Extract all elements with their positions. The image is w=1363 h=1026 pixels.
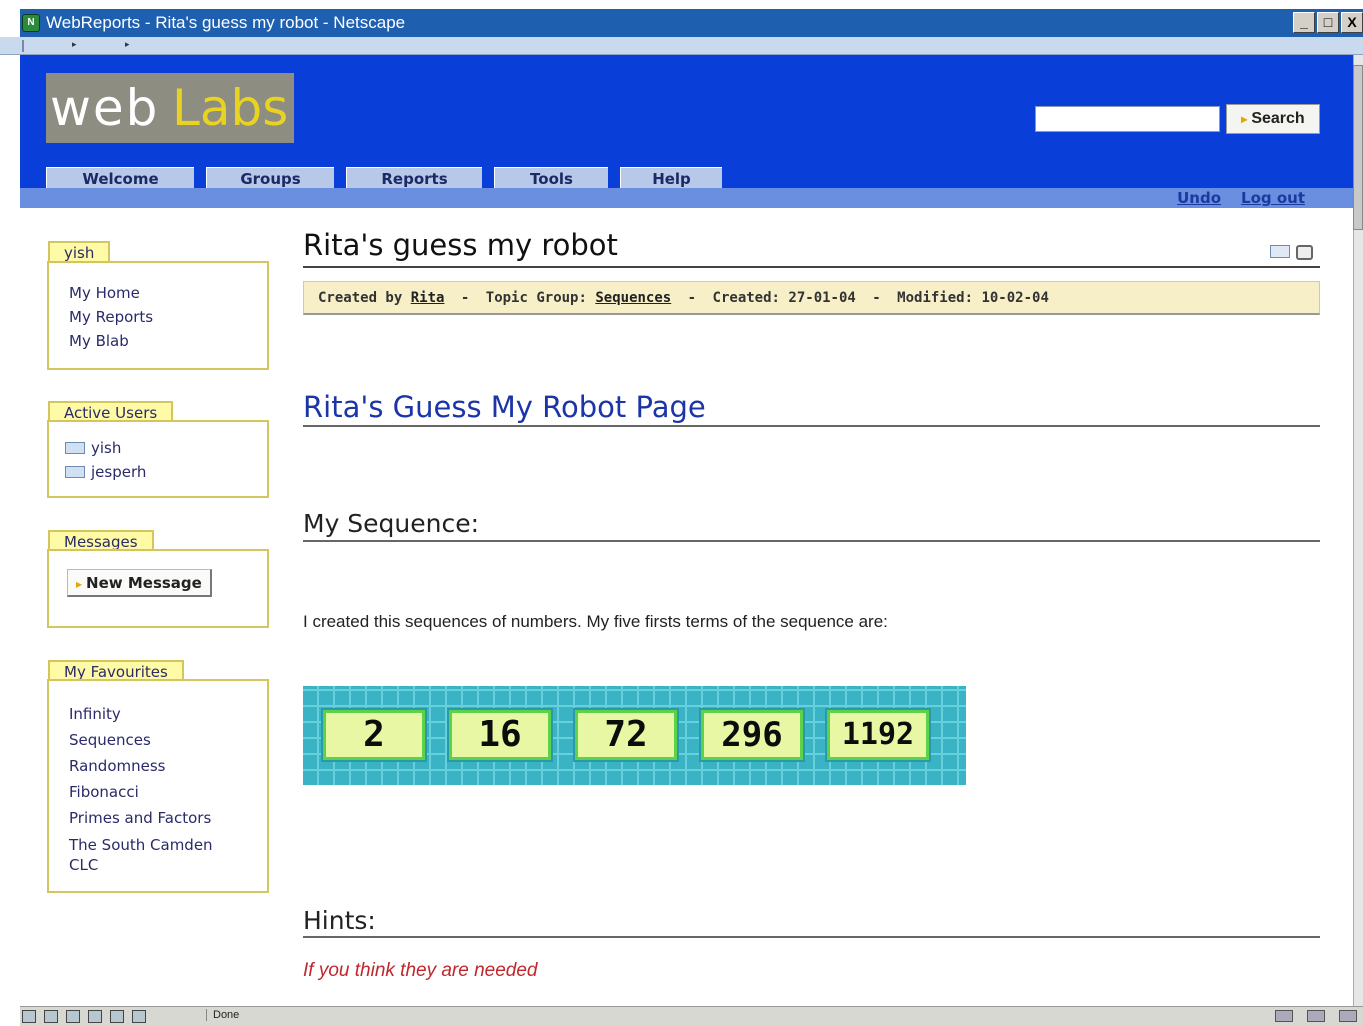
sequence-term: 72 [575,710,677,760]
section-divider [303,540,1320,542]
sequence-heading: My Sequence: [303,509,480,538]
sidebar-item-my-reports[interactable]: My Reports [69,305,267,329]
favourite-item[interactable]: The South Camden CLC [69,831,239,875]
undo-link[interactable]: Undo [1177,189,1221,207]
search-button-label: Search [1251,110,1305,127]
favourites-box: Infinity Sequences Randomness Fibonacci … [47,679,269,893]
hints-heading: Hints: [303,906,376,935]
toolbar-grip-icon[interactable] [22,40,24,52]
user-box-tab: yish [48,241,111,263]
minimize-button[interactable]: _ [1293,12,1315,33]
maximize-button[interactable]: □ [1317,12,1339,33]
tab-help[interactable]: Help [620,167,722,189]
navigator-icon[interactable] [22,1010,36,1023]
hint-link[interactable]: If you think they are needed [303,960,538,982]
subnav-links: Undo Log out [1177,189,1305,207]
active-user-row[interactable]: jesperh [65,460,267,484]
meta-separator: - [872,290,881,306]
status-right-icons [1275,1010,1357,1022]
meta-separator: - [687,290,697,306]
topic-group-link[interactable]: Sequences [595,290,671,306]
chat-icon[interactable] [66,1010,80,1023]
sequence-terms: 2 16 72 296 1192 [323,710,929,760]
weblabs-logo[interactable]: web Labs [46,73,294,143]
mail-icon [65,466,85,478]
search-button[interactable]: ▸ Search [1226,104,1320,134]
topic-group-label: Topic Group: [485,290,587,306]
site-header: web Labs ▸ Search Welcome Groups Reports … [20,55,1353,207]
modified-date: 10-02-04 [981,290,1049,306]
title-divider [303,266,1320,268]
mail-icon[interactable] [44,1010,58,1023]
status-text: Done [206,1009,239,1021]
subnav-bar [20,188,1353,208]
address-book-icon[interactable] [110,1010,124,1023]
sequence-term: 296 [701,710,803,760]
netscape-app-icon[interactable]: N [22,14,40,32]
sidebar-item-my-blab[interactable]: My Blab [69,329,267,353]
favourite-item[interactable]: Sequences [69,727,267,753]
print-icon[interactable] [1296,245,1313,260]
created-by-label: Created by [318,290,403,306]
main-nav: Welcome Groups Reports Tools Help [46,167,722,189]
security-icon[interactable] [132,1010,146,1023]
scrollbar-thumb[interactable] [1353,65,1363,230]
favourite-item[interactable]: Infinity [69,701,267,727]
page-heading: Rita's Guess My Robot Page [303,390,706,424]
close-button[interactable]: X [1341,12,1363,33]
status-icons [22,1010,146,1023]
tab-reports[interactable]: Reports [346,167,482,189]
favourite-item[interactable]: Randomness [69,753,267,779]
active-user-name: yish [91,439,122,457]
author-link[interactable]: Rita [411,290,445,306]
window-titlebar: N WebReports - Rita's guess my robot - N… [20,9,1363,37]
heading-divider [303,425,1320,427]
toolbar-arrow-icon[interactable]: ▸ [72,40,77,50]
browser-statusbar: Done [20,1006,1363,1026]
logout-link[interactable]: Log out [1241,189,1305,207]
arrow-right-icon: ▸ [1241,112,1248,126]
sequence-term: 16 [449,710,551,760]
logo-labs-text: Labs [172,79,289,137]
created-label: Created: [712,290,780,306]
modified-label: Modified: [897,290,974,306]
favourite-item[interactable]: Fibonacci [69,779,267,805]
logo-web-text: web [50,79,160,137]
sidebar-item-my-home[interactable]: My Home [69,281,267,305]
toolbar-arrow-icon[interactable]: ▸ [125,40,130,50]
page-title: Rita's guess my robot [303,228,618,262]
connection-icon[interactable] [1275,1010,1293,1022]
browser-toolbar-strip: ▸ ▸ [0,37,1363,55]
active-user-name: jesperh [91,463,147,481]
tab-welcome[interactable]: Welcome [46,167,194,189]
sequence-term: 1192 [827,710,929,760]
favourite-item[interactable]: Primes and Factors [69,805,267,831]
active-user-row[interactable]: yish [65,436,267,460]
lock-icon[interactable] [1307,1010,1325,1022]
report-meta-bar: Created by Rita - Topic Group: Sequences… [303,281,1320,315]
sequence-term: 2 [323,710,425,760]
arrow-right-icon: ▸ [76,577,83,591]
user-box: My Home My Reports My Blab [47,261,269,370]
composer-icon[interactable] [88,1010,102,1023]
search-input[interactable] [1035,106,1220,132]
new-message-label: New Message [86,574,202,592]
tab-tools[interactable]: Tools [494,167,608,189]
messages-box: ▸ New Message [47,549,269,628]
window-title: WebReports - Rita's guess my robot - Net… [46,13,406,32]
mail-icon [65,442,85,454]
resize-grip-icon[interactable] [1339,1010,1357,1022]
meta-separator: - [460,290,470,306]
email-page-icon[interactable] [1270,245,1290,258]
window-controls: _ □ X [1293,12,1363,33]
new-message-button[interactable]: ▸ New Message [67,569,212,597]
tab-groups[interactable]: Groups [206,167,334,189]
section-divider [303,936,1320,938]
sequence-robot-display: 2 16 72 296 1192 [303,686,966,785]
created-date: 27-01-04 [788,290,856,306]
page-actions [1270,245,1313,260]
active-users-box: yish jesperh [47,420,269,498]
sequence-description: I created this sequences of numbers. My … [303,612,888,631]
